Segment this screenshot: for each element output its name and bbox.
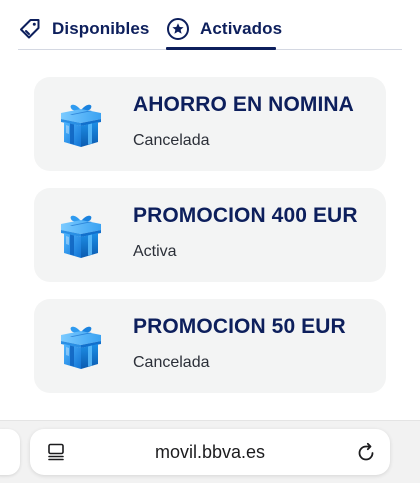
promo-card-ahorro-en-nomina[interactable]: AHORRO EN NOMINA Cancelada [34,77,386,171]
star-badge-icon [166,17,190,41]
promo-title: PROMOCION 50 EUR [133,315,346,338]
promo-status: Activa [133,243,177,260]
promo-title: PROMOCION 400 EUR [133,204,358,227]
tab-disponibles-label: Disponibles [52,19,150,38]
gift-box-icon [57,321,105,371]
tab-bar: Disponibles Activados [0,0,420,52]
tabs-overview-icon[interactable] [46,442,66,462]
promo-card-promocion-400-eur[interactable]: PROMOCION 400 EUR Activa [34,188,386,282]
promo-card-promocion-50-eur[interactable]: PROMOCION 50 EUR Cancelada [34,299,386,393]
url-text: movil.bbva.es [154,442,266,462]
tag-icon [18,17,42,41]
reload-icon[interactable] [355,441,377,463]
gift-box-icon [57,210,105,260]
tab-activados-label: Activados [200,19,283,38]
browser-address-bar: movil.bbva.es [0,420,420,483]
gift-box-icon [57,99,105,149]
promo-status: Cancelada [133,132,210,149]
promo-status: Cancelada [133,354,210,371]
url-field[interactable]: movil.bbva.es [30,429,390,475]
tab-disponibles[interactable]: Disponibles [18,14,149,44]
active-tab-indicator [166,47,276,50]
previous-tab-preview[interactable] [0,429,20,475]
tab-activados[interactable]: Activados [166,14,282,44]
promo-title: AHORRO EN NOMINA [133,93,354,116]
